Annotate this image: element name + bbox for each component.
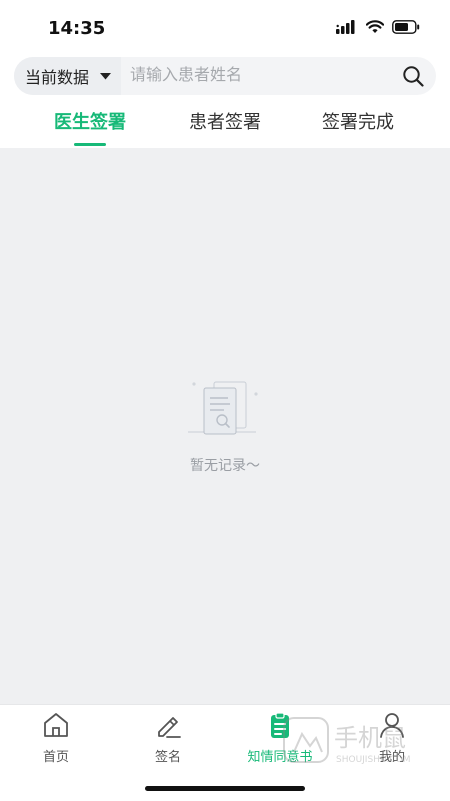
tabbar-item-signature[interactable]: 签名 — [112, 711, 224, 771]
cellular-signal-icon — [336, 20, 355, 34]
data-filter-dropdown[interactable]: 当前数据 — [14, 57, 121, 95]
tab-doctor-sign[interactable]: 医生签署 — [15, 108, 165, 134]
active-tab-indicator — [74, 143, 106, 146]
tabbar-label-signature: 签名 — [154, 749, 181, 764]
caret-down-icon — [100, 73, 111, 80]
patient-name-search-input[interactable] — [126, 57, 404, 95]
watermark-logo: 手机鼠 SHOUJISHU.COM — [283, 717, 411, 765]
tab-sign-complete[interactable]: 签署完成 — [283, 108, 433, 134]
home-indicator — [145, 786, 305, 791]
home-icon — [44, 713, 68, 737]
wifi-icon — [366, 20, 384, 33]
tabbar-item-home[interactable]: 首页 — [0, 711, 112, 771]
battery-icon — [392, 20, 420, 34]
status-bar: 14:35 — [0, 0, 450, 56]
record-list-area: 暂无记录～ — [0, 148, 450, 704]
data-filter-label: 当前数据 — [25, 70, 90, 87]
sign-status-tabs: 医生签署 患者签署 签署完成 — [0, 96, 450, 148]
tab-patient-sign[interactable]: 患者签署 — [150, 108, 300, 134]
edit-icon — [158, 717, 181, 738]
svg-text:手机鼠: 手机鼠 — [334, 724, 406, 752]
status-icons — [336, 20, 420, 34]
status-time: 14:35 — [48, 18, 106, 39]
search-icon[interactable] — [402, 65, 424, 87]
empty-state-text: 暂无记录～ — [190, 457, 260, 473]
tabbar-label-home: 首页 — [42, 749, 69, 764]
search-bar: 当前数据 — [14, 57, 436, 95]
svg-text:SHOUJISHU.COM: SHOUJISHU.COM — [336, 755, 411, 765]
empty-documents-icon — [188, 381, 258, 435]
